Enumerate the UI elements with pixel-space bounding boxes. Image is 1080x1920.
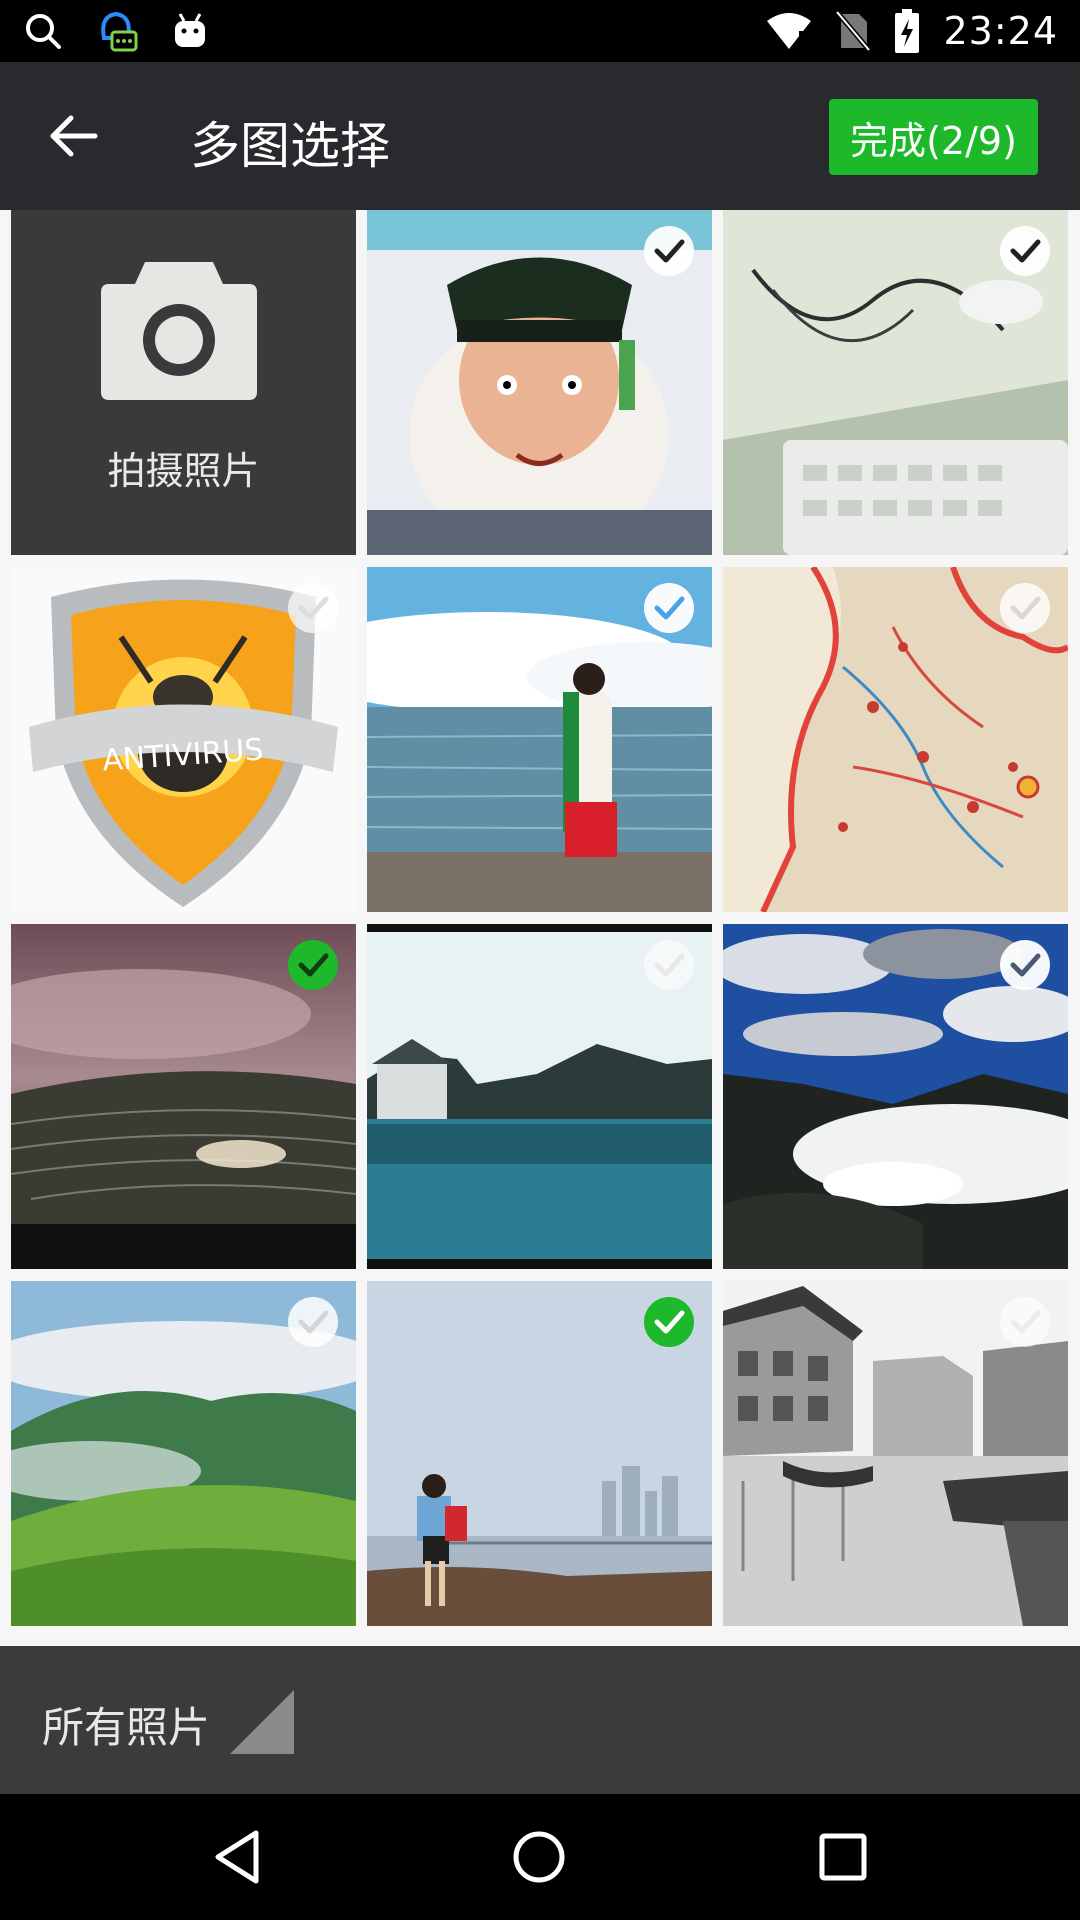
selection-check-icon[interactable]	[998, 581, 1052, 635]
status-left-icons	[24, 6, 208, 56]
battery-charging-icon	[895, 9, 920, 53]
back-triangle-icon	[215, 1830, 259, 1884]
photo-tile[interactable]	[723, 567, 1068, 912]
take-photo-label: 拍摄照片	[107, 449, 260, 493]
home-circle-icon	[513, 1831, 565, 1883]
photo-tile[interactable]	[723, 1281, 1068, 1626]
status-bar: 23:24	[0, 0, 1080, 62]
photo-tile[interactable]	[11, 1281, 356, 1626]
album-label[interactable]: 所有照片	[42, 1694, 210, 1755]
qq-chat-icon	[101, 11, 138, 52]
photo-tile[interactable]	[367, 567, 712, 912]
nav-recents-button[interactable]	[810, 1824, 876, 1890]
dropdown-triangle-icon[interactable]	[228, 1688, 296, 1756]
nav-back-button[interactable]	[204, 1824, 270, 1890]
no-sim-icon	[835, 10, 872, 52]
back-button[interactable]	[40, 102, 108, 170]
selection-check-icon[interactable]	[642, 938, 696, 992]
status-time: 23:24	[943, 9, 1058, 53]
selection-check-icon[interactable]	[642, 224, 696, 278]
selection-check-icon[interactable]	[286, 581, 340, 635]
selection-check-icon[interactable]	[998, 938, 1052, 992]
photo-tile[interactable]	[11, 924, 356, 1269]
photo-tile[interactable]	[367, 1281, 712, 1626]
photo-tile[interactable]	[723, 210, 1068, 555]
photo-tile[interactable]	[367, 210, 712, 555]
navigation-bar	[0, 1794, 1080, 1920]
camera-icon	[101, 262, 257, 400]
selection-check-icon[interactable]	[642, 1295, 696, 1349]
done-button[interactable]: 完成(2/9)	[829, 99, 1038, 175]
nav-home-button[interactable]	[506, 1824, 572, 1890]
search-icon	[26, 14, 61, 49]
toolbar: 多图选择 完成(2/9)	[0, 62, 1080, 210]
selection-check-icon[interactable]	[286, 938, 340, 992]
selection-check-icon[interactable]	[998, 1295, 1052, 1349]
selection-check-icon[interactable]	[286, 1295, 340, 1349]
album-selector-bar[interactable]: 所有照片	[0, 1646, 1080, 1794]
selection-check-icon[interactable]	[642, 581, 696, 635]
arrow-left-icon	[50, 115, 98, 157]
photo-tile[interactable]	[367, 924, 712, 1269]
photo-tile[interactable]: ANTIVIRUS	[11, 567, 356, 912]
take-photo-tile[interactable]: 拍摄照片	[11, 210, 356, 555]
photo-grid: 拍摄照片 ANTIVIRUS	[0, 210, 1080, 1646]
android-icon	[175, 13, 205, 47]
page-title: 多图选择	[190, 117, 390, 175]
recents-square-icon	[819, 1833, 867, 1881]
status-right-icons: 23:24	[765, 0, 1058, 62]
wifi-icon	[767, 13, 812, 49]
photo-tile[interactable]	[723, 924, 1068, 1269]
selection-check-icon[interactable]	[998, 224, 1052, 278]
